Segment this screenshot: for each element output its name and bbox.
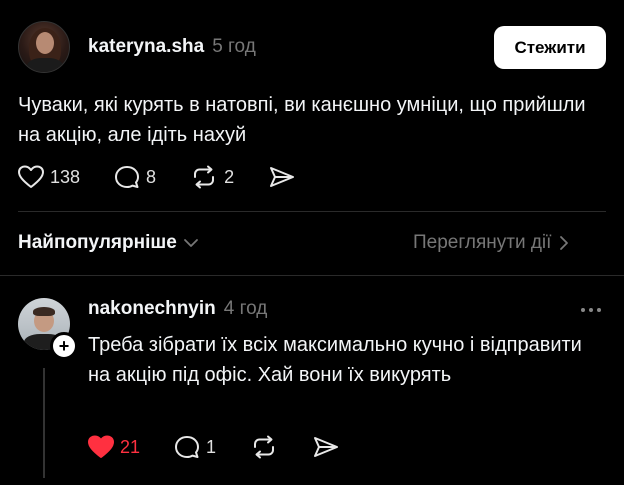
heart-icon — [18, 165, 44, 189]
repost-icon — [250, 435, 278, 459]
view-activity-label: Переглянути дії — [413, 232, 552, 253]
reply-comment-button[interactable]: 1 — [174, 435, 216, 459]
reply-actions: 21 1 — [88, 435, 340, 459]
reply-share-button[interactable] — [312, 435, 340, 459]
thread-line — [43, 368, 45, 478]
view-activity-link[interactable]: Переглянути дії — [413, 232, 569, 254]
reply-username[interactable]: nakonechnyin — [88, 298, 216, 320]
comment-icon — [174, 435, 200, 459]
repost-count: 2 — [224, 166, 235, 187]
comment-icon — [114, 165, 140, 189]
heart-icon — [88, 435, 114, 459]
repost-button[interactable]: 2 — [190, 165, 234, 189]
reply-header: nakonechnyin 4 год — [88, 298, 267, 320]
share-icon — [312, 435, 340, 459]
follow-plus-icon[interactable]: + — [50, 332, 78, 360]
share-button[interactable] — [268, 165, 296, 189]
more-icon[interactable] — [580, 300, 602, 318]
reply-like-count: 21 — [120, 436, 141, 457]
comment-button[interactable]: 8 — [114, 165, 156, 189]
like-button[interactable]: 138 — [18, 165, 80, 189]
author-avatar[interactable] — [18, 21, 70, 73]
sort-dropdown[interactable]: Найпопулярніше — [18, 232, 199, 254]
post-actions: 138 8 2 — [18, 165, 296, 189]
sort-label: Найпопулярніше — [18, 232, 177, 253]
post-time: 5 год — [212, 36, 256, 57]
chevron-right-icon — [559, 235, 569, 251]
reply-like-button[interactable]: 21 — [88, 435, 140, 459]
follow-button[interactable]: Стежити — [494, 26, 606, 69]
divider — [18, 211, 606, 212]
post-text: Чуваки, які курять в натовпі, ви канєшно… — [18, 94, 586, 146]
reply-comment-count: 1 — [206, 436, 217, 457]
post-header: kateryna.sha 5 год — [88, 36, 256, 58]
comment-count: 8 — [146, 166, 157, 187]
chevron-down-icon — [183, 237, 199, 249]
author-username[interactable]: kateryna.sha — [88, 36, 204, 58]
share-icon — [268, 165, 296, 189]
like-count: 138 — [50, 166, 81, 187]
reply-time: 4 год — [223, 298, 268, 319]
reply-repost-button[interactable] — [250, 435, 278, 459]
reply-text: Треба зібрати їх всіх максимально кучно … — [88, 334, 582, 386]
divider — [0, 275, 624, 276]
repost-icon — [190, 165, 218, 189]
